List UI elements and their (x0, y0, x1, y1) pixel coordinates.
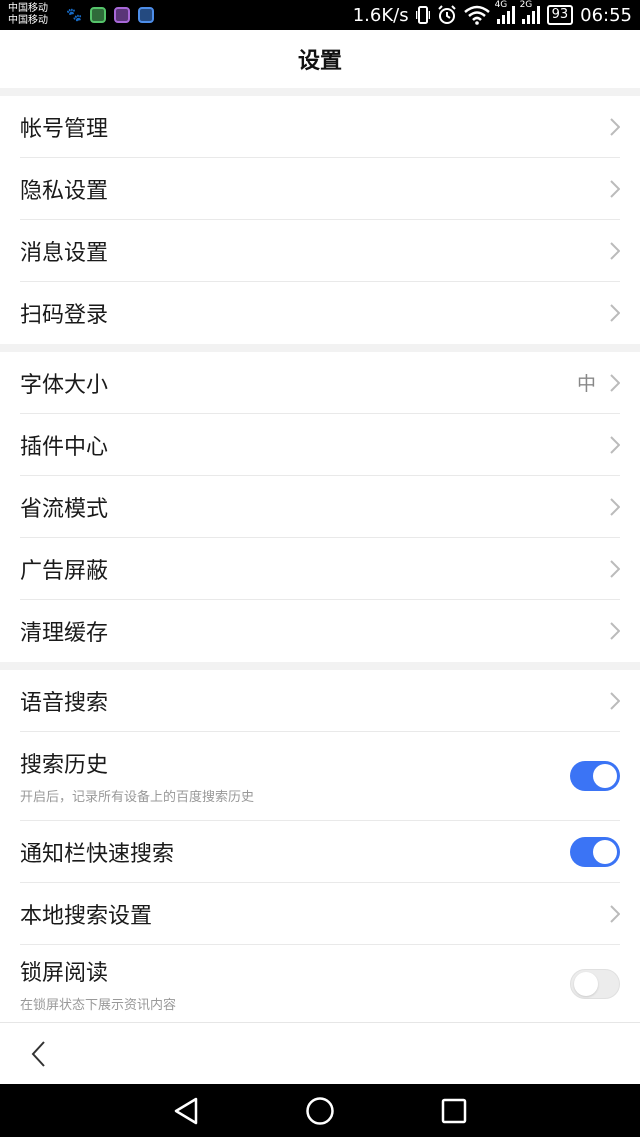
ad-block-item[interactable]: 广告屏蔽 (20, 538, 620, 600)
blue-app-icon (138, 7, 155, 23)
search-history-toggle[interactable] (570, 761, 620, 791)
search-history-item: 搜索历史 开启后，记录所有设备上的百度搜索历史 (20, 732, 620, 821)
alarm-icon (437, 5, 456, 24)
net-type-2: 2G (519, 0, 533, 10)
item-description: 在锁屏状态下展示资讯内容 (20, 998, 177, 1013)
wifi-icon (463, 5, 490, 25)
chevron-right-icon (610, 179, 620, 198)
signal-2g-icon: 2G (520, 0, 540, 24)
chevron-right-icon (610, 304, 620, 322)
nav-home-icon[interactable] (305, 1096, 335, 1126)
account-management-item[interactable]: 帐号管理 (20, 96, 620, 158)
clock: 06:55 (580, 4, 632, 26)
signal-4g-icon: 4G (495, 0, 515, 24)
privacy-settings-item[interactable]: 隐私设置 (20, 158, 620, 220)
lockscreen-reading-toggle[interactable] (570, 969, 620, 999)
chevron-right-icon (610, 904, 620, 923)
carrier-2: 中国移动 (8, 15, 48, 26)
notification-quick-search-item: 通知栏快速搜索 (20, 821, 620, 883)
item-label: 语音搜索 (20, 690, 109, 716)
item-label: 字体大小 (20, 372, 109, 398)
plugin-center-item[interactable]: 插件中心 (20, 414, 620, 476)
item-label: 本地搜索设置 (20, 903, 153, 929)
message-settings-item[interactable]: 消息设置 (20, 220, 620, 282)
item-description: 开启后，记录所有设备上的百度搜索历史 (20, 790, 255, 805)
item-label: 锁屏阅读 (20, 961, 109, 986)
notification-quick-search-toggle[interactable] (570, 836, 620, 867)
item-label: 广告屏蔽 (20, 558, 109, 584)
paw-icon: 🐾 (66, 7, 83, 23)
status-bar: 中国移动 中国移动 🐾 1.6K/s 4G 2G 93 06:55 (0, 0, 640, 30)
item-label: 搜索历史 (20, 753, 109, 778)
carrier-info: 中国移动 中国移动 (8, 3, 60, 27)
chevron-right-icon (610, 691, 620, 710)
chevron-right-icon (610, 559, 620, 578)
item-label: 隐私设置 (20, 178, 109, 204)
data-saver-item[interactable]: 省流模式 (20, 476, 620, 538)
purple-app-icon (114, 7, 131, 23)
font-size-value: 中 (576, 373, 596, 395)
voice-search-item[interactable]: 语音搜索 (20, 670, 620, 732)
item-label: 插件中心 (20, 434, 109, 460)
settings-section-display: 字体大小 中 插件中心 省流模式 广告屏蔽 清理缓存 (0, 352, 640, 662)
network-speed: 1.6K/s (352, 4, 409, 26)
local-search-settings-item[interactable]: 本地搜索设置 (20, 883, 620, 945)
item-label: 通知栏快速搜索 (20, 841, 175, 867)
net-type-1: 4G (494, 0, 508, 10)
nav-back-icon[interactable] (172, 1096, 200, 1126)
chevron-right-icon (610, 117, 620, 136)
page-header: 设置 (0, 30, 640, 88)
bottom-toolbar (0, 1022, 640, 1084)
lockscreen-reading-item: 锁屏阅读 在锁屏状态下展示资讯内容 (20, 945, 620, 1023)
green-app-icon (90, 7, 107, 23)
nav-recents-icon[interactable] (440, 1097, 468, 1125)
scan-login-item[interactable]: 扫码登录 (20, 282, 620, 344)
notification-icons: 🐾 (66, 7, 155, 23)
item-label: 扫码登录 (20, 303, 109, 328)
clear-cache-item[interactable]: 清理缓存 (20, 600, 620, 662)
chevron-right-icon (610, 497, 620, 516)
item-label: 帐号管理 (20, 116, 109, 142)
item-label: 省流模式 (20, 496, 109, 522)
battery-icon: 93 (546, 5, 574, 25)
chevron-right-icon (610, 373, 620, 392)
system-navigation-bar (0, 1084, 640, 1137)
settings-section-account: 帐号管理 隐私设置 消息设置 扫码登录 (0, 96, 640, 344)
chevron-right-icon (610, 622, 620, 640)
font-size-item[interactable]: 字体大小 中 (20, 352, 620, 414)
back-arrow-icon[interactable] (30, 1040, 46, 1068)
vibrate-icon (415, 6, 430, 24)
carrier-1: 中国移动 (8, 3, 48, 14)
item-label: 消息设置 (20, 240, 109, 266)
chevron-right-icon (610, 435, 620, 454)
settings-section-search: 语音搜索 搜索历史 开启后，记录所有设备上的百度搜索历史 通知栏快速搜索 本地搜… (0, 670, 640, 1023)
chevron-right-icon (610, 241, 620, 260)
page-title: 设置 (297, 49, 342, 74)
item-label: 清理缓存 (20, 621, 109, 646)
